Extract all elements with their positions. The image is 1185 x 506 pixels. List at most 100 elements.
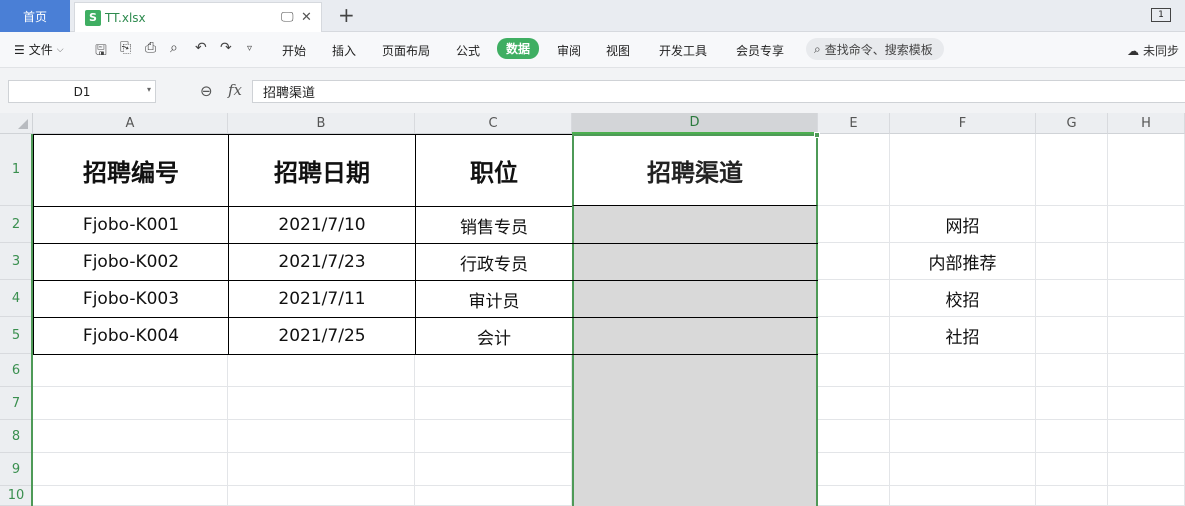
cell[interactable] [818, 354, 890, 387]
cell[interactable] [33, 420, 228, 453]
header-cell-b1[interactable]: 招聘日期 [228, 134, 416, 207]
cell[interactable] [1036, 486, 1108, 506]
cell[interactable] [228, 387, 415, 420]
list-cell-f2[interactable]: 网招 [890, 206, 1036, 243]
cell[interactable] [818, 453, 890, 486]
cell[interactable] [1108, 387, 1185, 420]
cell[interactable] [33, 453, 228, 486]
cell[interactable] [1036, 420, 1108, 453]
menu-item-review[interactable]: 审阅 [557, 42, 581, 59]
row-header-6[interactable]: 6 [0, 354, 33, 387]
col-header-e[interactable]: E [818, 113, 890, 134]
data-cell-b3[interactable]: 2021/7/23 [228, 243, 416, 281]
cell[interactable] [890, 387, 1036, 420]
save-icon[interactable]: 🖫 [95, 40, 107, 64]
file-menu[interactable]: ☰ 文件 ⌵ [14, 41, 64, 58]
data-cell-a5[interactable]: Fjobo-K004 [33, 317, 229, 355]
fill-handle[interactable] [814, 132, 820, 138]
data-cell-a4[interactable]: Fjobo-K003 [33, 280, 229, 318]
cell[interactable] [890, 354, 1036, 387]
close-tab-icon[interactable]: ✕ [301, 10, 312, 25]
menu-item-view[interactable]: 视图 [606, 42, 630, 59]
cell[interactable] [1036, 317, 1108, 354]
header-cell-a1[interactable]: 招聘编号 [33, 134, 229, 207]
cell[interactable] [1108, 317, 1185, 354]
data-cell-b5[interactable]: 2021/7/25 [228, 317, 416, 355]
cell[interactable] [1108, 243, 1185, 280]
cell[interactable] [818, 134, 890, 206]
sheet-grid[interactable]: A B C D E F G H 1 2 3 4 5 6 7 8 9 10 招聘编… [0, 113, 1185, 506]
select-all-corner[interactable] [0, 113, 33, 134]
cell[interactable] [818, 317, 890, 354]
cell[interactable] [415, 420, 572, 453]
menu-item-developer[interactable]: 开发工具 [659, 42, 707, 59]
cell[interactable] [818, 206, 890, 243]
function-icon[interactable]: fx [228, 81, 242, 99]
col-header-f[interactable]: F [890, 113, 1036, 134]
cell[interactable] [1036, 453, 1108, 486]
new-tab-button[interactable]: + [338, 3, 355, 27]
cell[interactable] [1108, 354, 1185, 387]
cell[interactable] [1036, 134, 1108, 206]
cell[interactable] [228, 453, 415, 486]
redo-icon[interactable]: ↷ [220, 40, 232, 56]
undo-icon[interactable]: ↶ [195, 40, 207, 56]
col-header-d[interactable]: D [572, 113, 818, 134]
cell[interactable] [33, 387, 228, 420]
data-cell-c3[interactable]: 行政专员 [415, 243, 573, 281]
data-cell-c2[interactable]: 销售专员 [415, 206, 573, 244]
menu-item-page-layout[interactable]: 页面布局 [382, 42, 430, 59]
data-cell-c4[interactable]: 审计员 [415, 280, 573, 318]
row-header-10[interactable]: 10 [0, 486, 33, 506]
cell[interactable] [1108, 486, 1185, 506]
cell[interactable] [1036, 387, 1108, 420]
cell[interactable] [1108, 280, 1185, 317]
col-header-g[interactable]: G [1036, 113, 1108, 134]
customize-toolbar-icon[interactable]: ▿ [247, 43, 252, 54]
cell[interactable] [1036, 354, 1108, 387]
cell[interactable] [415, 387, 572, 420]
cell[interactable] [228, 486, 415, 506]
row-header-1[interactable]: 1 [0, 134, 33, 206]
menu-item-member[interactable]: 会员专享 [736, 42, 784, 59]
cell[interactable] [818, 280, 890, 317]
window-count-icon[interactable]: 1 [1151, 8, 1171, 22]
cell[interactable] [415, 453, 572, 486]
list-cell-f3[interactable]: 内部推荐 [890, 243, 1036, 280]
cell[interactable] [33, 354, 228, 387]
cell[interactable] [1108, 453, 1185, 486]
data-cell-b2[interactable]: 2021/7/10 [228, 206, 416, 244]
list-cell-f4[interactable]: 校招 [890, 280, 1036, 317]
list-cell-f5[interactable]: 社招 [890, 317, 1036, 354]
cell[interactable] [818, 387, 890, 420]
float-window-icon[interactable]: 🖵 [281, 10, 294, 25]
cell[interactable] [818, 420, 890, 453]
data-cell-b4[interactable]: 2021/7/11 [228, 280, 416, 318]
menu-item-insert[interactable]: 插入 [332, 42, 356, 59]
col-header-a[interactable]: A [33, 113, 228, 134]
name-box[interactable]: D1 ▾ [8, 80, 156, 103]
cell[interactable] [1036, 243, 1108, 280]
cell[interactable] [890, 486, 1036, 506]
sync-status[interactable]: ☁ 未同步 [1127, 42, 1179, 59]
cell[interactable] [890, 453, 1036, 486]
cell[interactable] [818, 486, 890, 506]
cell[interactable] [1108, 420, 1185, 453]
formula-input[interactable]: 招聘渠道 [252, 80, 1185, 103]
cell[interactable] [1108, 206, 1185, 243]
cell[interactable] [890, 134, 1036, 206]
col-header-c[interactable]: C [415, 113, 572, 134]
print-preview-icon[interactable]: ⌕ [170, 40, 178, 56]
active-cell-d1[interactable]: 招聘渠道 [572, 134, 818, 206]
data-cell-a3[interactable]: Fjobo-K002 [33, 243, 229, 281]
cell[interactable] [1108, 134, 1185, 206]
cell[interactable] [818, 243, 890, 280]
tab-home[interactable]: 首页 [0, 0, 70, 32]
data-cell-a2[interactable]: Fjobo-K001 [33, 206, 229, 244]
data-cell-c5[interactable]: 会计 [415, 317, 573, 355]
tab-file[interactable]: S TT.xlsx 🖵 ✕ [74, 2, 322, 32]
row-header-2[interactable]: 2 [0, 206, 33, 243]
col-header-h[interactable]: H [1108, 113, 1185, 134]
row-header-9[interactable]: 9 [0, 453, 33, 486]
menu-item-start[interactable]: 开始 [282, 42, 306, 59]
